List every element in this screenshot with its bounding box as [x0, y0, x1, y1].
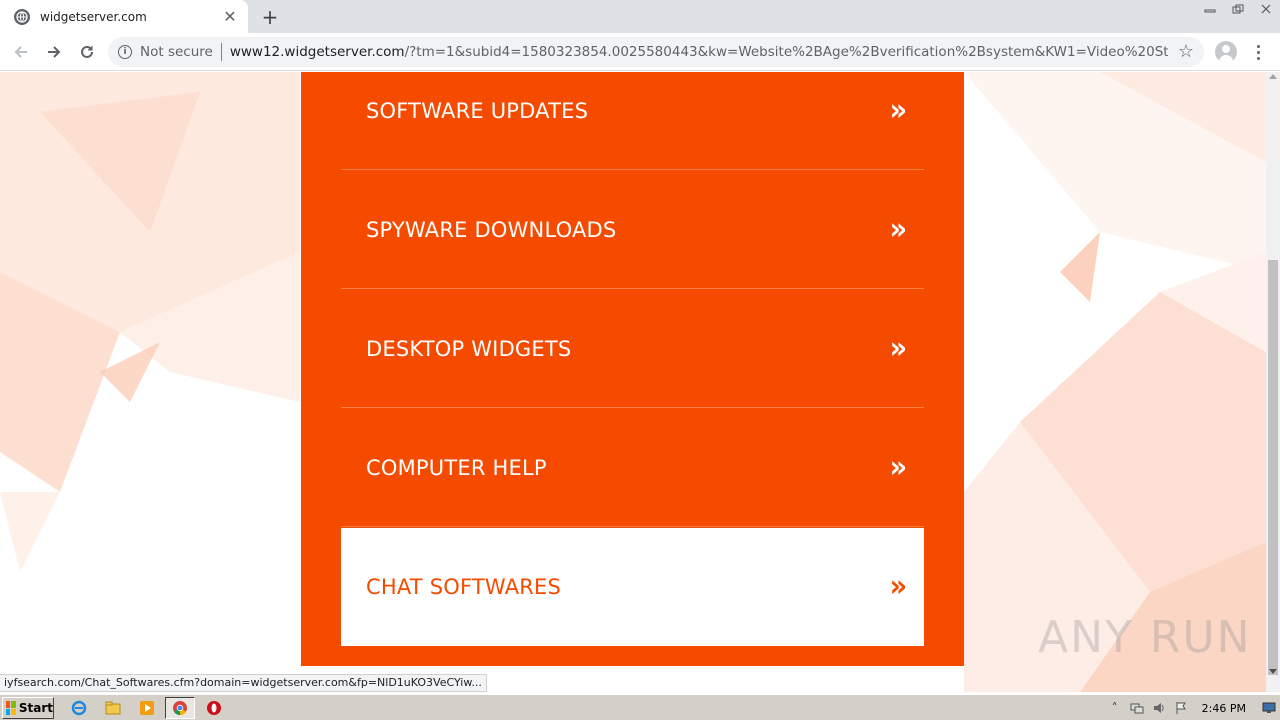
menu-item-chat-softwares[interactable]: CHAT SOFTWARES » — [341, 528, 924, 646]
opera-icon[interactable] — [205, 699, 223, 717]
chrome-icon — [171, 699, 189, 717]
tab-strip: widgetserver.com ✕ + — [0, 0, 1280, 33]
system-tray: ˄ 2:46 PM — [1104, 697, 1280, 719]
reload-icon[interactable] — [75, 40, 99, 64]
scroll-down-icon[interactable] — [1269, 669, 1277, 674]
globe-icon — [14, 8, 30, 25]
browser-toolbar: i Not secure www12.widgetserver.com/?tm=… — [0, 33, 1280, 71]
taskbar-chrome-active[interactable] — [165, 697, 195, 719]
info-icon[interactable]: i — [118, 45, 132, 59]
menu-item-label: CHAT SOFTWARES — [366, 575, 562, 599]
taskbar: Start ˄ 2:46 PM — [0, 694, 1280, 720]
restore-icon[interactable] — [1224, 0, 1252, 18]
new-tab-button[interactable]: + — [258, 5, 282, 29]
start-button[interactable]: Start — [2, 697, 54, 719]
menu-item-software-updates[interactable]: SOFTWARE UPDATES » — [341, 72, 924, 170]
star-icon[interactable]: ☆ — [1178, 41, 1194, 62]
url-host: www12.widgetserver.com — [229, 44, 405, 60]
flag-icon[interactable] — [1170, 699, 1192, 717]
menu-item-computer-help[interactable]: COMPUTER HELP » — [341, 409, 924, 527]
menu-item-label: SPYWARE DOWNLOADS — [366, 217, 617, 242]
menu-item-label: COMPUTER HELP — [366, 455, 547, 480]
page-content: SOFTWARE UPDATES » SPYWARE DOWNLOADS » D… — [0, 72, 1266, 692]
ie-icon[interactable] — [70, 699, 88, 717]
tray-expand-icon[interactable]: ˄ — [1104, 699, 1126, 717]
volume-icon[interactable] — [1148, 699, 1170, 717]
tab-close-icon[interactable]: ✕ — [220, 7, 240, 27]
tab-title: widgetserver.com — [40, 9, 147, 24]
scrollbar-thumb[interactable] — [1268, 260, 1278, 675]
address-bar[interactable]: i Not secure www12.widgetserver.com/?tm=… — [108, 37, 1204, 67]
menu-item-desktop-widgets[interactable]: DESKTOP WIDGETS » — [341, 290, 924, 408]
show-desktop-icon[interactable] — [1258, 699, 1280, 717]
menu-panel: SOFTWARE UPDATES » SPYWARE DOWNLOADS » D… — [301, 72, 964, 666]
browser-tab-active[interactable]: widgetserver.com ✕ — [0, 0, 248, 33]
chevron-right-double-icon: » — [889, 211, 907, 247]
folder-icon[interactable] — [104, 699, 122, 717]
vertical-scrollbar[interactable] — [1266, 72, 1280, 692]
url-text[interactable]: www12.widgetserver.com/?tm=1&subid4=1580… — [230, 44, 1168, 60]
url-path: /?tm=1&subid4=1580323854.0025580443&kw=W… — [404, 44, 1168, 60]
not-secure-label[interactable]: Not secure — [140, 44, 213, 60]
scroll-up-icon[interactable] — [1269, 74, 1277, 79]
windows-logo-icon — [6, 701, 16, 715]
back-arrow-icon[interactable] — [9, 40, 33, 64]
chevron-right-double-icon: » — [889, 449, 907, 485]
chevron-right-double-icon: » — [889, 330, 907, 366]
clock[interactable]: 2:46 PM — [1192, 702, 1258, 715]
chevron-right-double-icon: » — [889, 92, 907, 128]
watermark: ANY RUN — [1038, 612, 1252, 663]
media-player-icon[interactable] — [138, 699, 156, 717]
close-window-icon[interactable] — [1252, 0, 1280, 18]
network-icon[interactable] — [1126, 699, 1148, 717]
menu-icon[interactable] — [1248, 40, 1268, 64]
status-bubble: iyfsearch.com/Chat_Softwares.cfm?domain=… — [0, 674, 487, 692]
minimize-icon[interactable] — [1196, 0, 1224, 18]
profile-icon[interactable] — [1215, 41, 1237, 63]
forward-arrow-icon[interactable] — [42, 40, 66, 64]
menu-item-label: DESKTOP WIDGETS — [366, 336, 572, 361]
window-controls — [1196, 0, 1280, 20]
address-separator — [220, 43, 222, 61]
menu-item-label: SOFTWARE UPDATES — [366, 98, 589, 123]
start-label: Start — [18, 701, 53, 715]
menu-item-spyware-downloads[interactable]: SPYWARE DOWNLOADS » — [341, 171, 924, 289]
chevron-right-double-icon: » — [889, 569, 907, 604]
